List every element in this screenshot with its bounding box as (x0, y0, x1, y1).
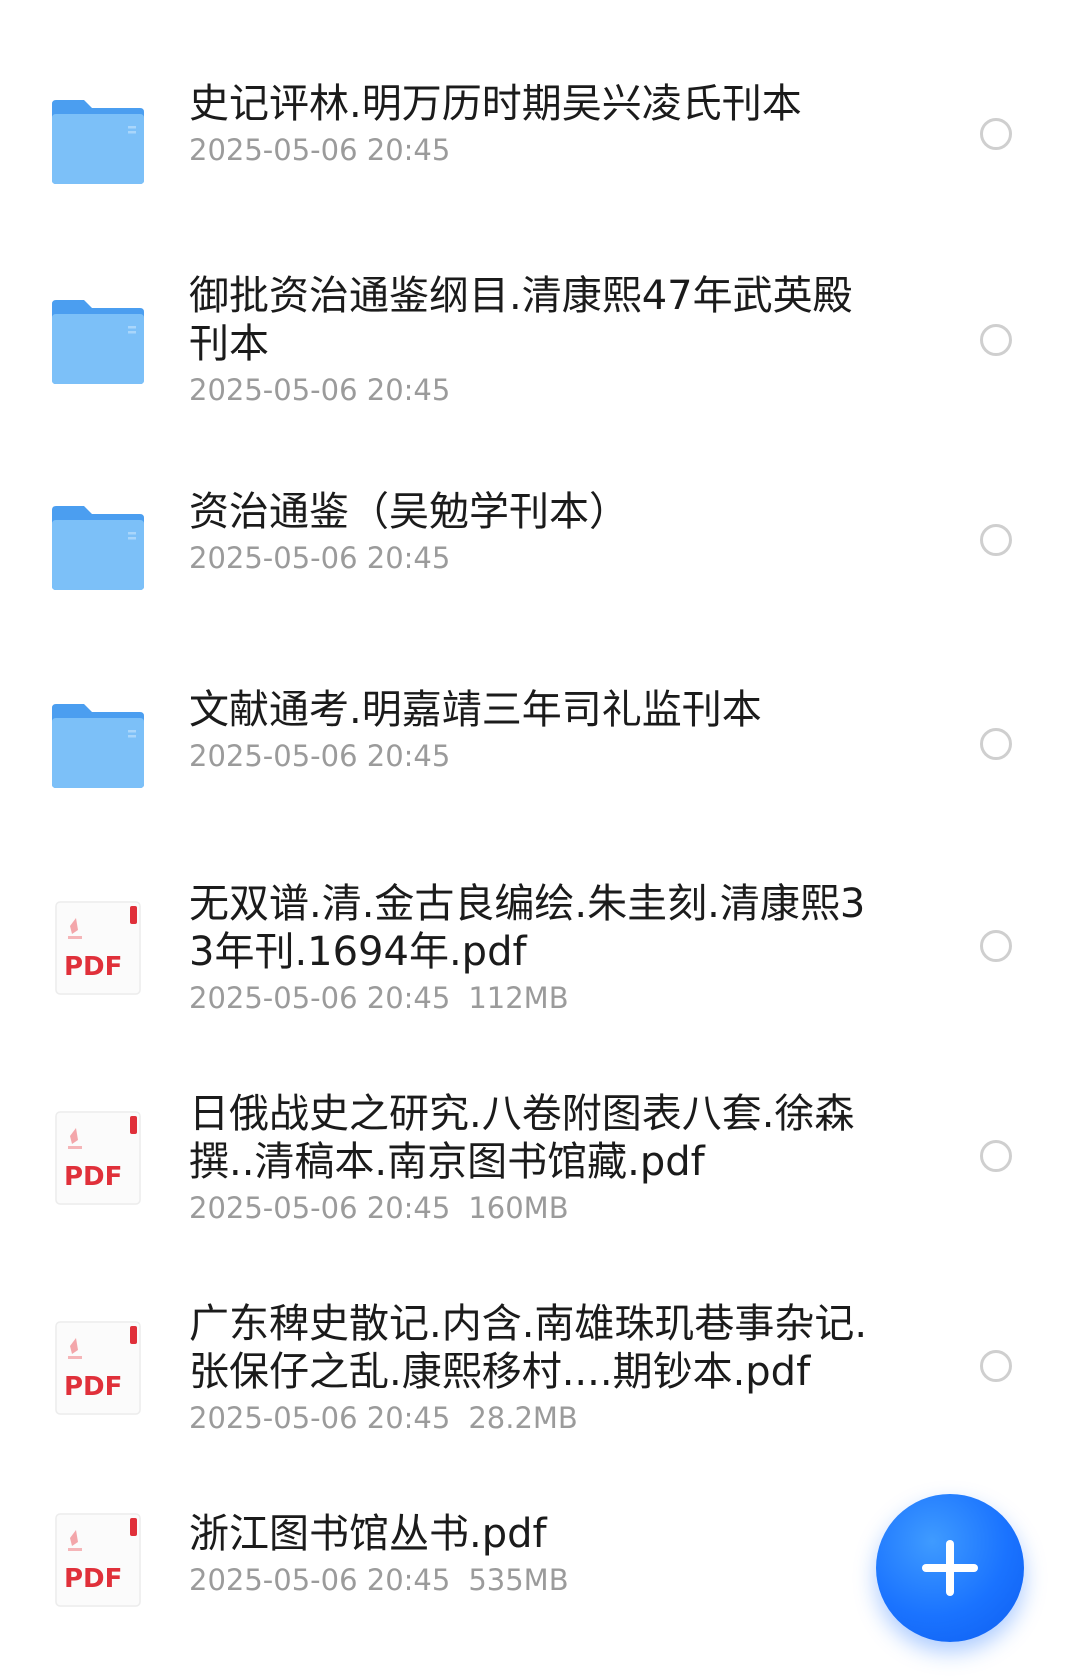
file-text: 广东稗史散记.内含.南雄珠玑巷事杂记.张保仔之乱.康熙移村....期钞本.pdf… (189, 1300, 889, 1436)
file-text: 日俄战史之研究.八卷附图表八套.徐森撰..清稿本.南京图书馆藏.pdf 2025… (189, 1090, 889, 1226)
file-date: 2025-05-06 20:45 (189, 739, 451, 773)
file-date: 2025-05-06 20:45 (189, 541, 451, 575)
file-meta: 2025-05-06 20:45 (189, 738, 889, 774)
pdf-icon-label: PDF (64, 1162, 123, 1192)
file-list: 史记评林.明万历时期吴兴凌氏刊本 2025-05-06 20:45 御批资治通鉴… (0, 0, 1084, 1678)
file-date: 2025-05-06 20:45 (189, 1401, 451, 1435)
file-name: 文献通考.明嘉靖三年司礼监刊本 (189, 687, 762, 733)
file-text: 无双谱.清.金古良编绘.朱圭刻.清康熙33年刊.1694年.pdf 2025-0… (189, 880, 889, 1016)
select-radio[interactable] (980, 1350, 1012, 1382)
pdf-icon-label: PDF (64, 1372, 123, 1402)
list-item[interactable]: 史记评林.明万历时期吴兴凌氏刊本 2025-05-06 20:45 (0, 70, 1084, 200)
folder-icon (50, 498, 146, 594)
file-meta: 2025-05-06 20:45 (189, 132, 889, 168)
file-name: 御批资治通鉴纲目.清康熙47年武英殿刊本 (189, 273, 853, 367)
file-name: 日俄战史之研究.八卷附图表八套.徐森撰..清稿本.南京图书馆藏.pdf (189, 1091, 855, 1185)
select-radio[interactable] (980, 728, 1012, 760)
select-radio[interactable] (980, 930, 1012, 962)
pdf-file-icon: PDF (50, 1110, 146, 1206)
file-size: 112MB (468, 981, 569, 1015)
list-item[interactable]: PDF 广东稗史散记.内含.南雄珠玑巷事杂记.张保仔之乱.康熙移村....期钞本… (0, 1290, 1084, 1440)
list-item[interactable]: PDF 日俄战史之研究.八卷附图表八套.徐森撰..清稿本.南京图书馆藏.pdf … (0, 1080, 1084, 1230)
file-name: 无双谱.清.金古良编绘.朱圭刻.清康熙33年刊.1694年.pdf (189, 881, 866, 975)
folder-icon (50, 696, 146, 792)
file-meta: 2025-05-06 20:45 (189, 540, 889, 576)
file-size: 535MB (468, 1563, 569, 1597)
select-radio[interactable] (980, 118, 1012, 150)
pdf-file-icon: PDF (50, 900, 146, 996)
folder-icon (50, 292, 146, 388)
file-date: 2025-05-06 20:45 (189, 981, 451, 1015)
file-date: 2025-05-06 20:45 (189, 133, 451, 167)
file-name: 史记评林.明万历时期吴兴凌氏刊本 (189, 81, 802, 127)
pdf-icon-label: PDF (64, 952, 123, 982)
file-size: 28.2MB (468, 1401, 578, 1435)
pdf-file-icon: PDF (50, 1512, 146, 1608)
file-name: 广东稗史散记.内含.南雄珠玑巷事杂记.张保仔之乱.康熙移村....期钞本.pdf (189, 1301, 868, 1395)
file-meta: 2025-05-06 20:45 (189, 372, 889, 408)
file-name: 资治通鉴（吴勉学刊本） (189, 489, 629, 535)
file-meta: 2025-05-06 20:45 160MB (189, 1190, 889, 1226)
folder-icon (50, 92, 146, 188)
select-radio[interactable] (980, 1140, 1012, 1172)
add-fab-button[interactable] (876, 1494, 1024, 1642)
list-item[interactable]: 资治通鉴（吴勉学刊本） 2025-05-06 20:45 (0, 478, 1084, 608)
list-item[interactable]: 御批资治通鉴纲目.清康熙47年武英殿刊本 2025-05-06 20:45 (0, 262, 1084, 412)
file-name: 浙江图书馆丛书.pdf (189, 1511, 547, 1557)
file-date: 2025-05-06 20:45 (189, 1191, 451, 1225)
file-date: 2025-05-06 20:45 (189, 373, 451, 407)
file-meta: 2025-05-06 20:45 535MB (189, 1562, 889, 1598)
file-text: 史记评林.明万历时期吴兴凌氏刊本 2025-05-06 20:45 (189, 80, 889, 168)
pdf-icon-label: PDF (64, 1564, 123, 1594)
file-text: 资治通鉴（吴勉学刊本） 2025-05-06 20:45 (189, 488, 889, 576)
file-text: 御批资治通鉴纲目.清康熙47年武英殿刊本 2025-05-06 20:45 (189, 272, 889, 408)
file-size: 160MB (468, 1191, 569, 1225)
file-text: 文献通考.明嘉靖三年司礼监刊本 2025-05-06 20:45 (189, 686, 889, 774)
file-meta: 2025-05-06 20:45 28.2MB (189, 1400, 889, 1436)
select-radio[interactable] (980, 524, 1012, 556)
select-radio[interactable] (980, 324, 1012, 356)
list-item[interactable]: PDF 无双谱.清.金古良编绘.朱圭刻.清康熙33年刊.1694年.pdf 20… (0, 870, 1084, 1020)
file-meta: 2025-05-06 20:45 112MB (189, 980, 889, 1016)
file-text: 浙江图书馆丛书.pdf 2025-05-06 20:45 535MB (189, 1510, 889, 1598)
pdf-file-icon: PDF (50, 1320, 146, 1416)
file-date: 2025-05-06 20:45 (189, 1563, 451, 1597)
list-item[interactable]: 文献通考.明嘉靖三年司礼监刊本 2025-05-06 20:45 (0, 676, 1084, 806)
